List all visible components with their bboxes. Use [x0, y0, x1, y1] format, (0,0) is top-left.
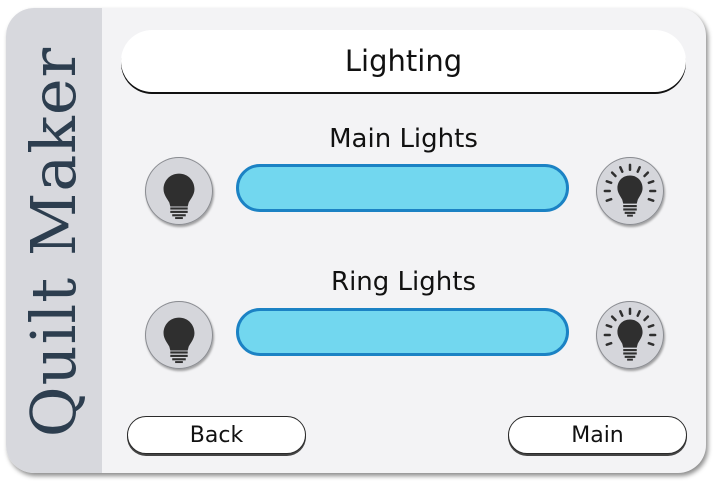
ring-lights-bright-button[interactable]: [596, 301, 664, 369]
main-lights-label: Main Lights: [329, 124, 478, 154]
lighting-panel: Quilt Maker Lighting Main Lights Ring Li…: [6, 8, 706, 473]
lightbulb-icon: [150, 306, 208, 364]
brand-strip: Quilt Maker: [6, 8, 102, 473]
back-button[interactable]: Back: [127, 416, 306, 454]
ring-lights-label: Ring Lights: [331, 267, 476, 297]
ring-lights-slider[interactable]: [236, 308, 569, 356]
lightbulb-icon: [150, 162, 208, 220]
main-lights-dim-button[interactable]: [145, 157, 213, 225]
page-title: Lighting: [121, 30, 686, 92]
ring-lights-dim-button[interactable]: [145, 301, 213, 369]
brand-logo: Quilt Maker: [17, 46, 90, 438]
lightbulb-bright-icon: [601, 306, 659, 364]
lightbulb-bright-icon: [601, 162, 659, 220]
main-lights-slider[interactable]: [236, 164, 569, 212]
main-button[interactable]: Main: [508, 416, 687, 454]
main-lights-bright-button[interactable]: [596, 157, 664, 225]
